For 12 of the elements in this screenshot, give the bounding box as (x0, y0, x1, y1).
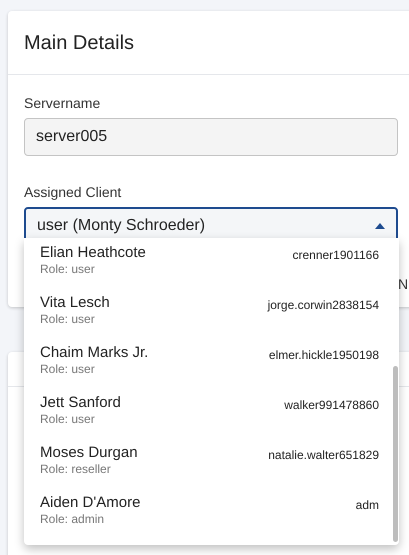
field-label: Servername (24, 94, 100, 113)
caret-up-icon (375, 223, 385, 229)
field-label: Assigned Client (24, 183, 122, 202)
client-option[interactable]: Chaim Marks Jr. Role: user elmer.hickle1950198 (24, 338, 379, 388)
client-option[interactable]: Moses Durgan Role: reseller natalie.walter651829 (24, 438, 379, 488)
scrollbar-thumb[interactable] (393, 366, 398, 542)
servername-field[interactable]: server005 (24, 118, 398, 156)
client-option[interactable]: Vita Lesch Role: user jorge.corwin2838154 (24, 288, 379, 338)
card-title: Main Details (24, 30, 134, 56)
button-label: N (398, 275, 408, 294)
client-option[interactable]: Jett Sanford Role: user walker991478860 (24, 388, 379, 438)
client-option[interactable]: Aiden D'Amore Role: admin adm (24, 488, 379, 538)
